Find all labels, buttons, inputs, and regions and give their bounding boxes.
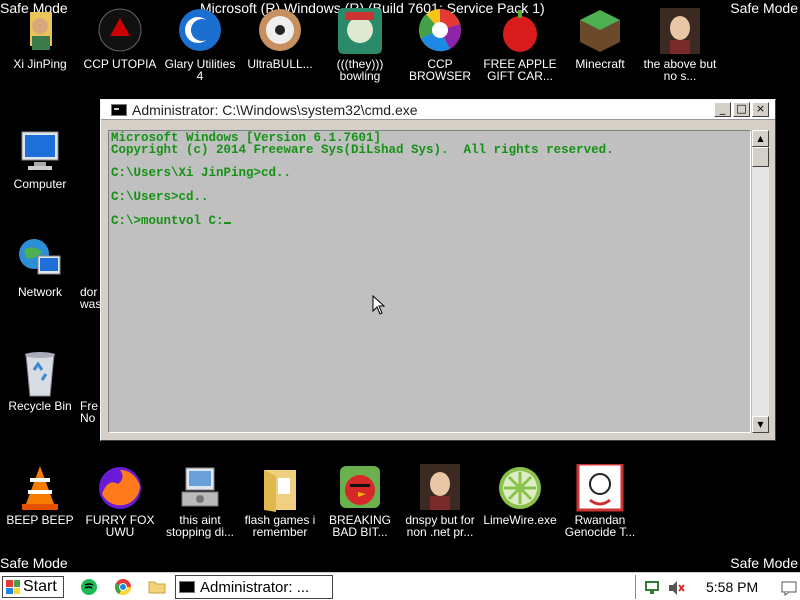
recycle-bin-icon [16, 350, 64, 398]
desktop-icon-label: LimeWire.exe [483, 513, 557, 527]
desktop-icon-label: FREE APPLE GIFT CAR... [483, 57, 557, 83]
cmd-title: Administrator: C:\Windows\system32\cmd.e… [132, 101, 418, 118]
desktop-icon-ultrabull[interactable]: UltraBULL... [240, 8, 320, 70]
console-line: C:\Users\Xi JinPing>cd.. [111, 166, 292, 181]
desktop-icon-ccp-browser[interactable]: CCP BROWSER [400, 8, 480, 82]
glary-icon [176, 8, 224, 56]
desktop-icon-rwandan-genocide[interactable]: Rwandan Genocide T... [560, 462, 640, 539]
minecraft-icon [576, 8, 624, 56]
desktop-icon-label: BEEP BEEP [6, 513, 74, 527]
vertical-scrollbar[interactable]: ▲ ▼ [751, 130, 769, 433]
notification-icon[interactable] [781, 580, 797, 596]
volume-muted-icon[interactable] [668, 580, 686, 596]
desktop-icon-beep-beep[interactable]: BEEP BEEP [0, 464, 80, 526]
desktop-icon-label: (((they))) bowling [336, 57, 384, 83]
network-icon [16, 236, 64, 284]
cmd-app-icon [111, 103, 127, 116]
desktop-icon-this-aint-stopping[interactable]: this aint stopping di... [160, 464, 240, 538]
angry-bird-icon [336, 464, 384, 512]
safe-mode-label-top-right: Safe Mode [730, 0, 798, 16]
desktop-icon-they-bowling[interactable]: (((they))) bowling [320, 8, 400, 82]
desktop-icon-glary-utilities[interactable]: Glary Utilities 4 [160, 8, 240, 82]
scroll-thumb[interactable] [752, 147, 769, 167]
mouse-pointer-icon [372, 295, 386, 315]
firefox-icon [96, 464, 144, 512]
desktop-icon-label: Rwandan Genocide T... [564, 513, 636, 539]
desktop-icon-label: flash games i remember [244, 513, 316, 539]
console-line: C:\Users>cd.. [111, 189, 209, 204]
desktop-icon-furry-fox-uwu[interactable]: FURRY FOX UWU [80, 464, 160, 538]
console-line: Copyright (c) 2014 Freeware Sys(DiLshad … [111, 142, 614, 157]
console-prompt-line: C:\>mountvol C: [111, 213, 224, 228]
desktop-icon-label: UltraBULL... [247, 57, 313, 71]
chat-app-icon[interactable] [80, 578, 98, 596]
browser-icon [416, 8, 464, 56]
red-emblem-icon [96, 8, 144, 56]
desktop-icon-limewire[interactable]: LimeWire.exe [480, 464, 560, 526]
desktop-icon-xi-jinping[interactable]: Xi JinPing [0, 8, 80, 70]
folder-icon [256, 464, 304, 512]
cartoon-icon [336, 8, 384, 56]
safe-mode-label-bottom-left: Safe Mode [0, 555, 68, 571]
installer-icon [176, 464, 224, 512]
desktop-icon-computer[interactable]: Computer [0, 128, 80, 190]
chrome-icon[interactable] [114, 578, 132, 596]
desktop-icon-label: dnspy but for non .net pr... [405, 513, 475, 539]
network-status-icon[interactable] [644, 580, 660, 596]
desktop-icon-the-above[interactable]: the above but no s... [640, 8, 720, 82]
desktop-icon-minecraft[interactable]: Minecraft [560, 8, 640, 70]
limewire-icon [496, 464, 544, 512]
desktop-icon-ccp-utopia[interactable]: CCP UTOPIA [80, 8, 160, 70]
desktop-icon-label: Glary Utilities 4 [164, 57, 236, 83]
desktop-icon-label: Network [17, 285, 62, 299]
desktop-icon-label: CCP BROWSER [408, 57, 471, 83]
vlc-icon [16, 464, 64, 512]
desktop-icon-free-apple-gift-card[interactable]: FREE APPLE GIFT CAR... [480, 8, 560, 82]
disc-icon [256, 8, 304, 56]
cmd-console[interactable]: Microsoft Windows [Version 6.1.7601] Cop… [108, 130, 751, 433]
taskbar-button-label: Administrator: ... [200, 578, 310, 596]
text-cursor [223, 221, 231, 224]
cmd-window[interactable]: Administrator: C:\Windows\system32\cmd.e… [100, 99, 776, 441]
desktop-icon-label: Computer [13, 177, 67, 191]
taskbar-button-cmd[interactable]: Administrator: ... [175, 575, 333, 599]
maximize-button[interactable]: □ [733, 102, 750, 117]
desktop-icon-label: BREAKING BAD BIT... [328, 513, 391, 539]
meme-icon [576, 462, 624, 512]
desktop-icon-label: Recycle Bin [8, 399, 72, 413]
taskbar: Start Administrator: ... 5:58 PM [0, 572, 800, 600]
desktop-icon-breaking-bad[interactable]: BREAKING BAD BIT... [320, 464, 400, 538]
system-tray: 5:58 PM [635, 575, 800, 599]
desktop-icon-label: CCP UTOPIA [83, 57, 157, 71]
desktop-icon-recycle-bin[interactable]: Recycle Bin [0, 350, 80, 412]
desktop-icon-label: FURRY FOX UWU [85, 513, 155, 539]
desktop-icon-label: the above but no s... [643, 57, 717, 83]
start-button[interactable]: Start [2, 576, 64, 598]
person-icon [16, 8, 64, 56]
portrait-icon [416, 464, 464, 512]
apple-icon [496, 8, 544, 56]
desktop-icon-label: Minecraft [575, 57, 625, 71]
desktop-icon-network[interactable]: Network [0, 236, 80, 298]
computer-icon [16, 128, 64, 176]
scroll-down-button[interactable]: ▼ [752, 416, 769, 433]
minimize-button[interactable]: _ [714, 102, 731, 117]
close-button[interactable]: × [752, 102, 769, 117]
start-label: Start [23, 578, 57, 595]
scroll-up-button[interactable]: ▲ [752, 130, 769, 147]
desktop-icon-flash-games[interactable]: flash games i remember [240, 464, 320, 538]
portrait-icon [656, 8, 704, 56]
clock[interactable]: 5:58 PM [706, 579, 758, 595]
desktop-icon-dnspy[interactable]: dnspy but for non .net pr... [400, 464, 480, 538]
windows-logo-icon [6, 580, 20, 594]
safe-mode-label-bottom-right: Safe Mode [730, 555, 798, 571]
cmd-titlebar[interactable]: Administrator: C:\Windows\system32\cmd.e… [101, 100, 775, 120]
cmd-app-icon [179, 581, 195, 593]
desktop-icon-label: this aint stopping di... [165, 513, 235, 539]
folder-icon[interactable] [148, 578, 166, 596]
desktop-icon-label: Xi JinPing [13, 57, 67, 71]
